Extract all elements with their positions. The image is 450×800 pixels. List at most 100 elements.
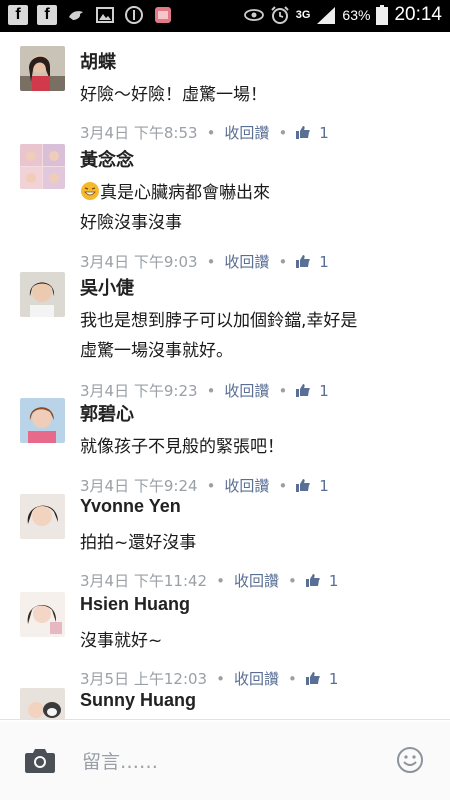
comment-meta: 3月5日 上午12:03 • 收回讚 • 1 bbox=[80, 668, 338, 689]
comment-text: 沒事就好~ bbox=[80, 626, 425, 656]
comment-meta: 3月4日 下午9:23 • 收回讚 • 1 bbox=[80, 380, 329, 401]
like-count[interactable]: 1 bbox=[319, 382, 329, 400]
network-type: 3G bbox=[295, 8, 311, 21]
bird-notification-icon bbox=[69, 11, 83, 20]
comment-time: 上午12:03 bbox=[133, 670, 208, 688]
comment-time: 下午9:23 bbox=[133, 382, 198, 400]
separator: • bbox=[206, 123, 216, 142]
thumbs-up-icon bbox=[305, 672, 320, 685]
sticker-smiley-icon[interactable] bbox=[396, 746, 424, 778]
separator: • bbox=[278, 123, 288, 142]
comment-meta: 3月4日 下午8:53 • 收回讚 • 1 bbox=[80, 122, 329, 143]
comment-author[interactable]: 黃念念 bbox=[80, 146, 134, 172]
comment-date: 3月4日 bbox=[80, 572, 130, 590]
comment-text-line: 我也是想到脖子可以加個鈴鐺,幸好是 bbox=[80, 311, 358, 331]
like-count[interactable]: 1 bbox=[319, 477, 329, 495]
separator: • bbox=[206, 476, 216, 495]
thumbs-up-icon bbox=[296, 384, 311, 397]
composer-divider bbox=[0, 719, 450, 720]
thumbs-up-icon bbox=[296, 479, 311, 492]
comment-text-segment: 好險沒事沒事 bbox=[80, 213, 182, 233]
unlike-link[interactable]: 收回讚 bbox=[224, 251, 269, 272]
comment-text-line: 拍拍~還好沒事 bbox=[80, 533, 197, 553]
unlike-link[interactable]: 收回讚 bbox=[234, 570, 279, 591]
comment-author[interactable]: 郭碧心 bbox=[80, 400, 134, 426]
alarm-icon bbox=[271, 6, 289, 24]
comment-text-line: 好險沒事沒事 bbox=[80, 208, 425, 238]
comment-text-line: 虛驚一場沒事就好。 bbox=[80, 341, 233, 361]
unlike-link[interactable]: 收回讚 bbox=[234, 668, 279, 689]
avatar[interactable] bbox=[20, 46, 65, 91]
clock: 20:14 bbox=[394, 4, 442, 25]
comments-panel: 胡蝶 好險～好險！虛驚一場！ 3月4日 下午8:53 • 收回讚 • 1 黃念念… bbox=[0, 32, 450, 800]
thumbs-up-icon bbox=[305, 574, 320, 587]
comment-time: 下午9:24 bbox=[133, 477, 198, 495]
comment-author[interactable]: Hsien Huang bbox=[80, 594, 190, 615]
separator: • bbox=[278, 252, 288, 271]
camera-icon[interactable] bbox=[24, 746, 56, 778]
like-count[interactable]: 1 bbox=[329, 572, 339, 590]
like-count[interactable]: 1 bbox=[329, 670, 339, 688]
comment-author[interactable]: 吳小倢 bbox=[80, 274, 134, 300]
separator: • bbox=[216, 571, 225, 590]
signal-icon bbox=[317, 7, 336, 24]
comment-text-line: 真是心臟病都會嚇出來 bbox=[80, 178, 425, 208]
unlike-link[interactable]: 收回讚 bbox=[224, 380, 269, 401]
sync-notification-icon bbox=[125, 6, 143, 24]
comment-author[interactable]: Sunny Huang bbox=[80, 690, 196, 711]
thumbs-up-icon bbox=[296, 126, 311, 139]
like-count[interactable]: 1 bbox=[319, 253, 329, 271]
comment-time: 下午11:42 bbox=[133, 572, 208, 590]
comment-meta: 3月4日 下午9:03 • 收回讚 • 1 bbox=[80, 251, 329, 272]
battery-icon bbox=[376, 5, 389, 25]
comment-text: 真是心臟病都會嚇出來 好險沒事沒事 bbox=[80, 178, 425, 238]
comment-input[interactable] bbox=[80, 747, 384, 777]
unlike-link[interactable]: 收回讚 bbox=[224, 122, 269, 143]
comment-text-line: 就像孩子不見般的緊張吧！ bbox=[80, 437, 284, 457]
avatar[interactable] bbox=[20, 494, 65, 539]
comment-text-line: 好險～好險！虛驚一場！ bbox=[80, 85, 267, 105]
separator: • bbox=[287, 669, 297, 688]
comment-meta: 3月4日 下午9:24 • 收回讚 • 1 bbox=[80, 475, 329, 496]
status-bar: f f 3G 63% 20:14 bbox=[0, 0, 450, 32]
image-notification-icon bbox=[96, 7, 114, 23]
comment-time: 下午9:03 bbox=[133, 253, 198, 271]
avatar[interactable] bbox=[20, 398, 65, 443]
like-count[interactable]: 1 bbox=[319, 124, 329, 142]
comment-date: 3月4日 bbox=[80, 382, 130, 400]
comment-date: 3月4日 bbox=[80, 253, 130, 271]
avatar[interactable] bbox=[20, 272, 65, 317]
comment-text: 我也是想到脖子可以加個鈴鐺,幸好是 虛驚一場沒事就好。 bbox=[80, 306, 425, 366]
separator: • bbox=[278, 381, 288, 400]
comment-date: 3月5日 bbox=[80, 670, 130, 688]
comment-author[interactable]: 胡蝶 bbox=[80, 48, 116, 74]
comment-time: 下午8:53 bbox=[133, 124, 198, 142]
grinning-sweat-emoji-icon bbox=[80, 181, 100, 201]
unlike-link[interactable]: 收回讚 bbox=[224, 475, 269, 496]
comment-meta: 3月4日 下午11:42 • 收回讚 • 1 bbox=[80, 570, 338, 591]
separator: • bbox=[216, 669, 225, 688]
separator: • bbox=[206, 381, 216, 400]
thumbs-up-icon bbox=[296, 255, 311, 268]
comment-date: 3月4日 bbox=[80, 124, 130, 142]
separator: • bbox=[287, 571, 297, 590]
avatar[interactable] bbox=[20, 592, 65, 637]
comment-text: 就像孩子不見般的緊張吧！ bbox=[80, 432, 425, 462]
separator: • bbox=[278, 476, 288, 495]
separator: • bbox=[206, 252, 216, 271]
comment-composer bbox=[0, 722, 450, 800]
comment-item: Sunny Huang bbox=[0, 688, 450, 719]
battery-percent: 63% bbox=[342, 7, 371, 23]
comment-text-segment: 真是心臟病都會嚇出來 bbox=[100, 183, 270, 203]
comment-text-line: 沒事就好~ bbox=[80, 631, 163, 651]
avatar[interactable] bbox=[20, 144, 65, 189]
avatar[interactable] bbox=[20, 688, 65, 719]
facebook-notification-icon: f bbox=[8, 5, 28, 25]
eye-icon bbox=[243, 9, 264, 21]
app-notification-icon bbox=[155, 7, 171, 23]
comment-author[interactable]: Yvonne Yen bbox=[80, 496, 181, 517]
comment-text: 好險～好險！虛驚一場！ bbox=[80, 80, 425, 110]
facebook-notification-icon-2: f bbox=[37, 5, 57, 25]
comment-date: 3月4日 bbox=[80, 477, 130, 495]
comment-text: 拍拍~還好沒事 bbox=[80, 528, 425, 558]
